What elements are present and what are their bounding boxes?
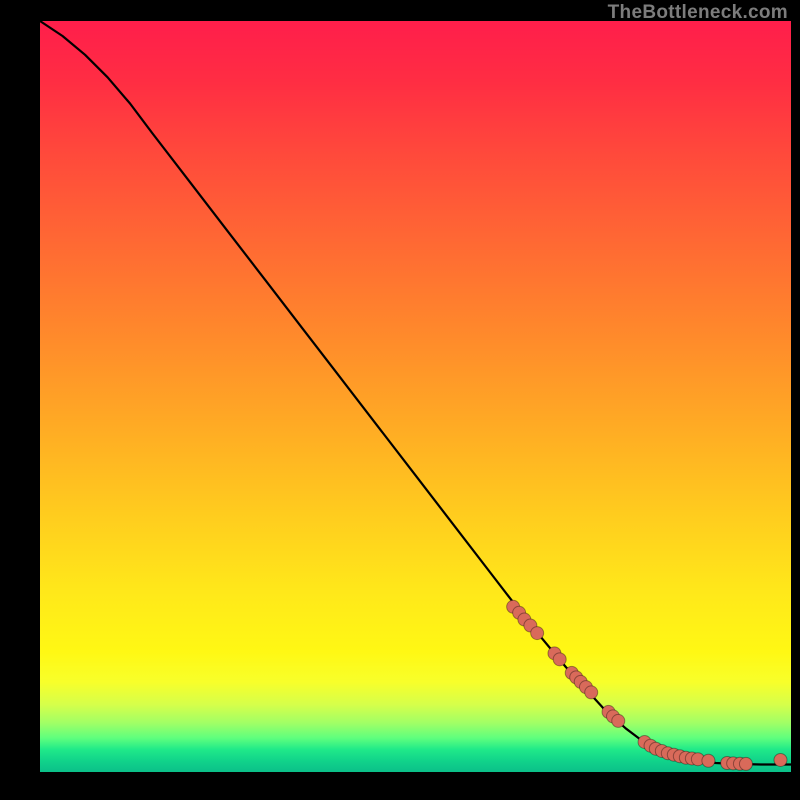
highlight-points (507, 600, 787, 770)
watermark-text: TheBottleneck.com (608, 2, 788, 24)
curve-layer (40, 21, 791, 772)
plot-area (40, 21, 791, 772)
bottleneck-curve (40, 21, 791, 764)
chart-stage: TheBottleneck.com (0, 0, 800, 800)
data-point (585, 686, 598, 699)
data-point (774, 753, 787, 766)
data-point (553, 653, 566, 666)
data-point (612, 714, 625, 727)
data-point (531, 627, 544, 640)
data-point (739, 757, 752, 770)
data-point (702, 754, 715, 767)
